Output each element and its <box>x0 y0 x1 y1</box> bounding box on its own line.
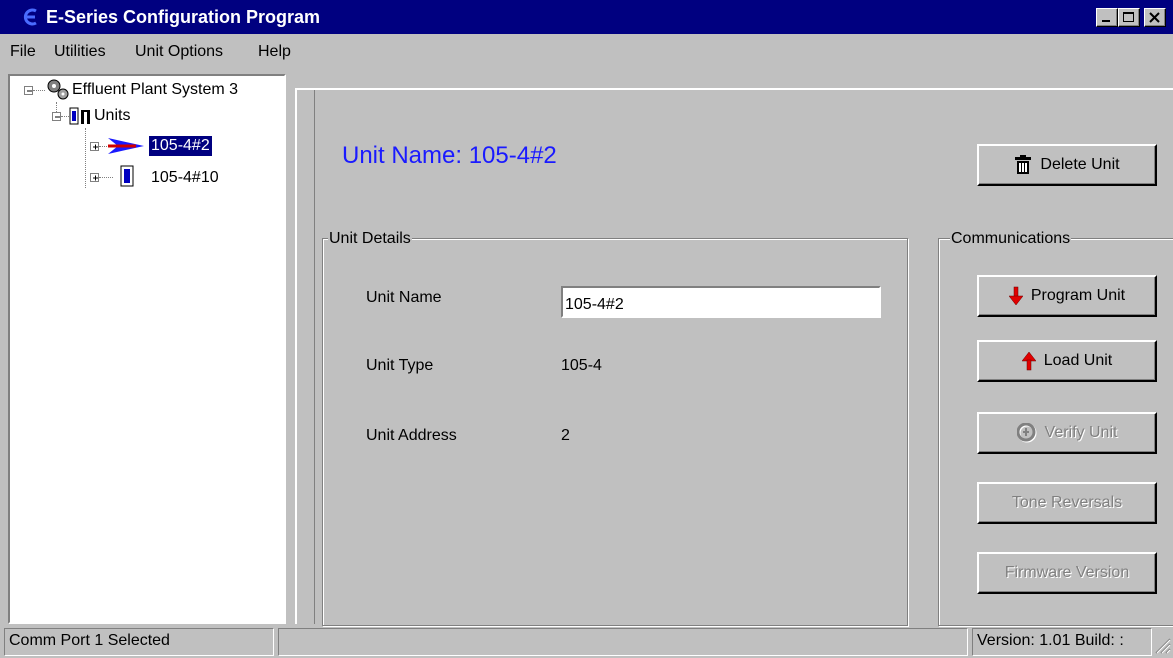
status-middle <box>278 628 968 656</box>
minimize-icon <box>1102 20 1110 22</box>
tone-reversals-button[interactable]: Tone Reversals <box>977 482 1157 524</box>
program-unit-label: Program Unit <box>1030 287 1126 304</box>
unit-address-label: Unit Address <box>366 427 457 444</box>
tree-unit-item[interactable]: 105-4#10 <box>151 168 219 188</box>
tree-units-label[interactable]: Units <box>94 106 130 126</box>
close-icon <box>1149 12 1160 23</box>
plus-icon <box>93 175 98 181</box>
unit-type-label: Unit Type <box>366 357 434 374</box>
expand-unit-toggle[interactable] <box>90 173 99 182</box>
menu-bar: File Utilities Unit Options Help <box>0 34 1173 68</box>
collapse-units-toggle[interactable] <box>52 112 61 121</box>
window-title: E-Series Configuration Program <box>46 7 321 27</box>
maximize-icon <box>1123 12 1134 22</box>
trash-icon <box>1015 155 1032 174</box>
delete-unit-button[interactable]: Delete Unit <box>977 144 1157 186</box>
tone-reversals-label: Tone Reversals <box>1011 494 1123 511</box>
unit-name-heading: Unit Name: 105-4#2 <box>342 142 557 169</box>
delete-unit-label: Delete Unit <box>1040 156 1120 173</box>
menu-unit-options[interactable]: Unit Options <box>135 42 223 62</box>
load-unit-button[interactable]: Load Unit <box>977 340 1157 382</box>
units-icon <box>69 107 90 125</box>
plus-icon <box>93 144 98 150</box>
verify-icon <box>1016 423 1037 443</box>
menu-utilities[interactable]: Utilities <box>54 42 106 62</box>
arrow-pointer-icon <box>108 138 144 154</box>
unit-tree-view[interactable]: Effluent Plant System 3 Units 105-4#2 10… <box>8 74 286 624</box>
minimize-button[interactable] <box>1096 8 1118 27</box>
minus-icon <box>27 90 32 92</box>
resize-grip-icon[interactable] <box>1153 636 1171 654</box>
collapse-root-toggle[interactable] <box>24 86 33 95</box>
unit-name-input[interactable] <box>561 286 881 318</box>
app-icon <box>23 8 37 26</box>
verify-unit-button[interactable]: Verify Unit <box>977 412 1157 454</box>
unit-details-group-label: Unit Details <box>328 230 412 248</box>
load-unit-label: Load Unit <box>1043 352 1113 369</box>
status-bar: Comm Port 1 Selected Version: 1.01 Build… <box>0 626 1173 658</box>
minus-icon <box>55 116 60 118</box>
gears-icon <box>47 79 69 100</box>
maximize-button[interactable] <box>1118 8 1140 27</box>
expand-unit-toggle[interactable] <box>90 142 99 151</box>
unit-address-value: 2 <box>561 427 570 444</box>
tree-root-label[interactable]: Effluent Plant System 3 <box>72 80 238 100</box>
status-version: Version: 1.01 Build: : <box>972 628 1152 656</box>
firmware-version-button[interactable]: Firmware Version <box>977 552 1157 594</box>
verify-unit-label: Verify Unit <box>1044 424 1118 441</box>
unit-name-label: Unit Name <box>366 289 442 306</box>
tree-unit-item[interactable]: 105-4#2 <box>149 136 212 156</box>
status-comm-port: Comm Port 1 Selected <box>4 628 274 656</box>
menu-help[interactable]: Help <box>258 42 291 62</box>
unit-device-icon <box>120 165 134 187</box>
menu-file[interactable]: File <box>10 42 36 62</box>
program-unit-button[interactable]: Program Unit <box>977 275 1157 317</box>
arrow-down-red-icon <box>1008 286 1023 306</box>
unit-type-value: 105-4 <box>561 357 602 374</box>
close-button[interactable] <box>1144 8 1166 27</box>
pane-splitter[interactable] <box>287 74 293 624</box>
firmware-version-label: Firmware Version <box>1004 564 1130 581</box>
title-bar[interactable]: E-Series Configuration Program <box>0 0 1173 34</box>
application-window: E-Series Configuration Program File Util… <box>0 0 1173 658</box>
arrow-up-red-icon <box>1021 351 1036 371</box>
communications-group-label: Communications <box>950 230 1072 248</box>
